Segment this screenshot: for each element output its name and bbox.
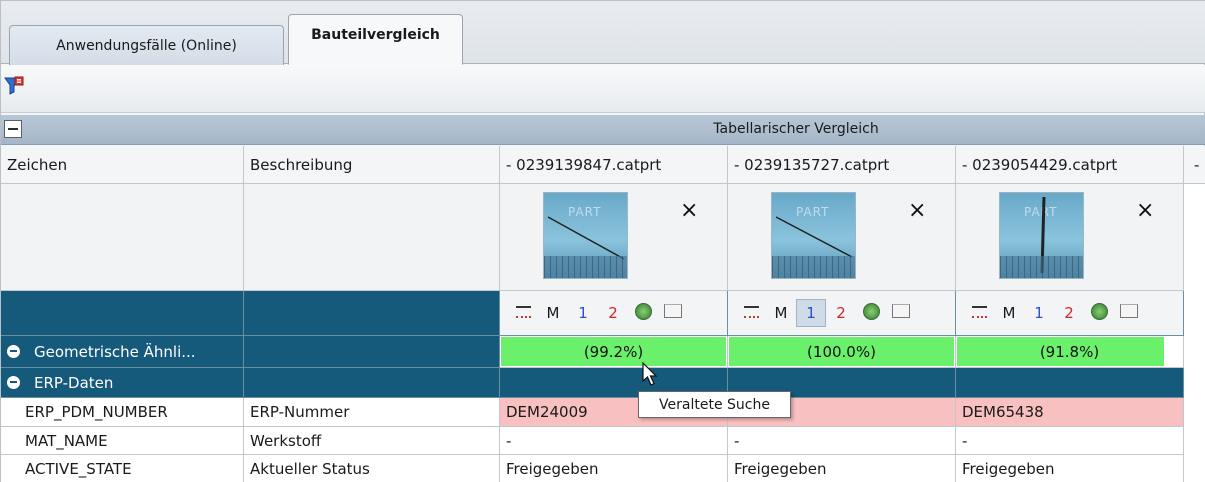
tab-anwendungsfaelle[interactable]: Anwendungsfälle (Online) — [9, 25, 284, 65]
mouse-cursor-icon — [642, 362, 658, 386]
row-desc: ERP-Nummer — [244, 398, 500, 427]
similarity-cell-2[interactable]: (100.0%) — [728, 336, 956, 368]
version-1-button[interactable]: 1 — [1024, 304, 1054, 322]
column-header-part-1[interactable]: - 0239139847.catprt — [500, 146, 728, 184]
row-value[interactable]: Freigegeben — [728, 455, 956, 482]
column-header-part-2[interactable]: - 0239135727.catprt — [728, 146, 956, 184]
search-globe-icon[interactable] — [1084, 302, 1114, 324]
row-value[interactable]: Freigegeben — [500, 455, 728, 482]
column-header-part-3[interactable]: - 0239054429.catprt — [956, 146, 1184, 184]
toolbar — [1, 65, 1205, 113]
tooltip: Veraltete Suche — [638, 391, 791, 418]
search-globe-icon[interactable] — [856, 302, 886, 324]
collapse-group-icon[interactable] — [7, 345, 20, 358]
version-2-button[interactable]: 2 — [598, 304, 628, 322]
export-icon[interactable] — [886, 304, 916, 322]
column-header-zeichen[interactable]: Zeichen — [1, 146, 244, 184]
tab-bauteilvergleich[interactable]: Bauteilvergleich — [288, 14, 463, 65]
row-value[interactable]: Freigegeben — [956, 455, 1184, 482]
similarity-value: (91.8%) — [1039, 342, 1100, 361]
row-desc: Aktueller Status — [244, 455, 500, 482]
thumbnail-cell-2: PART × — [728, 184, 956, 291]
row-key: ACTIVE_STATE — [1, 455, 244, 482]
m-button[interactable]: M — [994, 304, 1024, 322]
export-icon[interactable] — [1114, 304, 1144, 322]
icon-row-label — [1, 291, 244, 336]
row-value[interactable]: - — [728, 427, 956, 455]
similarity-cell-3[interactable]: (91.8%) — [956, 336, 1184, 368]
comparison-window: Anwendungsfälle (Online) Bauteilvergleic… — [0, 0, 1205, 482]
search-globe-icon[interactable] — [628, 302, 658, 324]
close-icon[interactable]: × — [680, 198, 698, 223]
group-erp-data[interactable]: ERP-Daten — [1, 368, 244, 398]
export-icon[interactable] — [658, 304, 688, 322]
group-geometric-similarity[interactable]: Geometrische Ähnli... — [1, 336, 244, 368]
group-label: Geometrische Ähnli... — [34, 342, 196, 361]
part-thumbnail-1[interactable]: PART — [543, 192, 628, 279]
action-strip-3: M 1 2 — [956, 291, 1184, 336]
details-icon[interactable] — [508, 304, 538, 322]
version-1-button[interactable]: 1 — [796, 299, 826, 327]
row-desc: Werkstoff — [244, 427, 500, 455]
row-key: ERP_PDM_NUMBER — [1, 398, 244, 427]
details-icon[interactable] — [736, 304, 766, 322]
thumbnail-cell-3: PART × — [956, 184, 1184, 291]
row-key: MAT_NAME — [1, 427, 244, 455]
row-value[interactable]: - — [500, 427, 728, 455]
column-header-beschreibung[interactable]: Beschreibung — [244, 146, 500, 184]
section-title: Tabellarischer Vergleich — [713, 121, 879, 137]
group-erp-desc — [244, 368, 500, 398]
group-geometric-desc — [244, 336, 500, 368]
m-button[interactable]: M — [766, 304, 796, 322]
tab-bar: Anwendungsfälle (Online) Bauteilvergleic… — [1, 1, 1205, 65]
column-header-overflow[interactable]: - — [1184, 146, 1205, 184]
details-icon[interactable] — [964, 304, 994, 322]
row-value[interactable]: DEM65438 — [956, 398, 1184, 427]
group-erp-cell-3 — [956, 368, 1184, 398]
filter-icon[interactable] — [3, 75, 25, 97]
action-strip-2: M 1 2 — [728, 291, 956, 336]
version-2-button[interactable]: 2 — [1054, 304, 1084, 322]
collapse-section-button[interactable] — [4, 120, 22, 138]
section-header: Tabellarischer Vergleich — [1, 115, 1205, 145]
group-label: ERP-Daten — [34, 373, 114, 392]
close-icon[interactable]: × — [1136, 198, 1154, 223]
similarity-cell-1[interactable]: (99.2%) — [500, 336, 728, 368]
part-thumbnail-2[interactable]: PART — [771, 192, 856, 279]
thumbnail-cell-1: PART × — [500, 184, 728, 291]
thumb-row-desc — [244, 184, 500, 291]
thumb-row-label — [1, 184, 244, 291]
similarity-value: (99.2%) — [583, 342, 644, 361]
row-value[interactable]: - — [956, 427, 1184, 455]
m-button[interactable]: M — [538, 304, 568, 322]
close-icon[interactable]: × — [908, 198, 926, 223]
part-thumbnail-3[interactable]: PART — [999, 192, 1084, 279]
version-1-button[interactable]: 1 — [568, 304, 598, 322]
version-2-button[interactable]: 2 — [826, 304, 856, 322]
collapse-group-icon[interactable] — [7, 376, 20, 389]
icon-row-desc — [244, 291, 500, 336]
action-strip-1: M 1 2 — [500, 291, 728, 336]
similarity-value: (100.0%) — [807, 342, 876, 361]
comparison-table: Zeichen Beschreibung - 0239139847.catprt… — [1, 146, 1205, 482]
